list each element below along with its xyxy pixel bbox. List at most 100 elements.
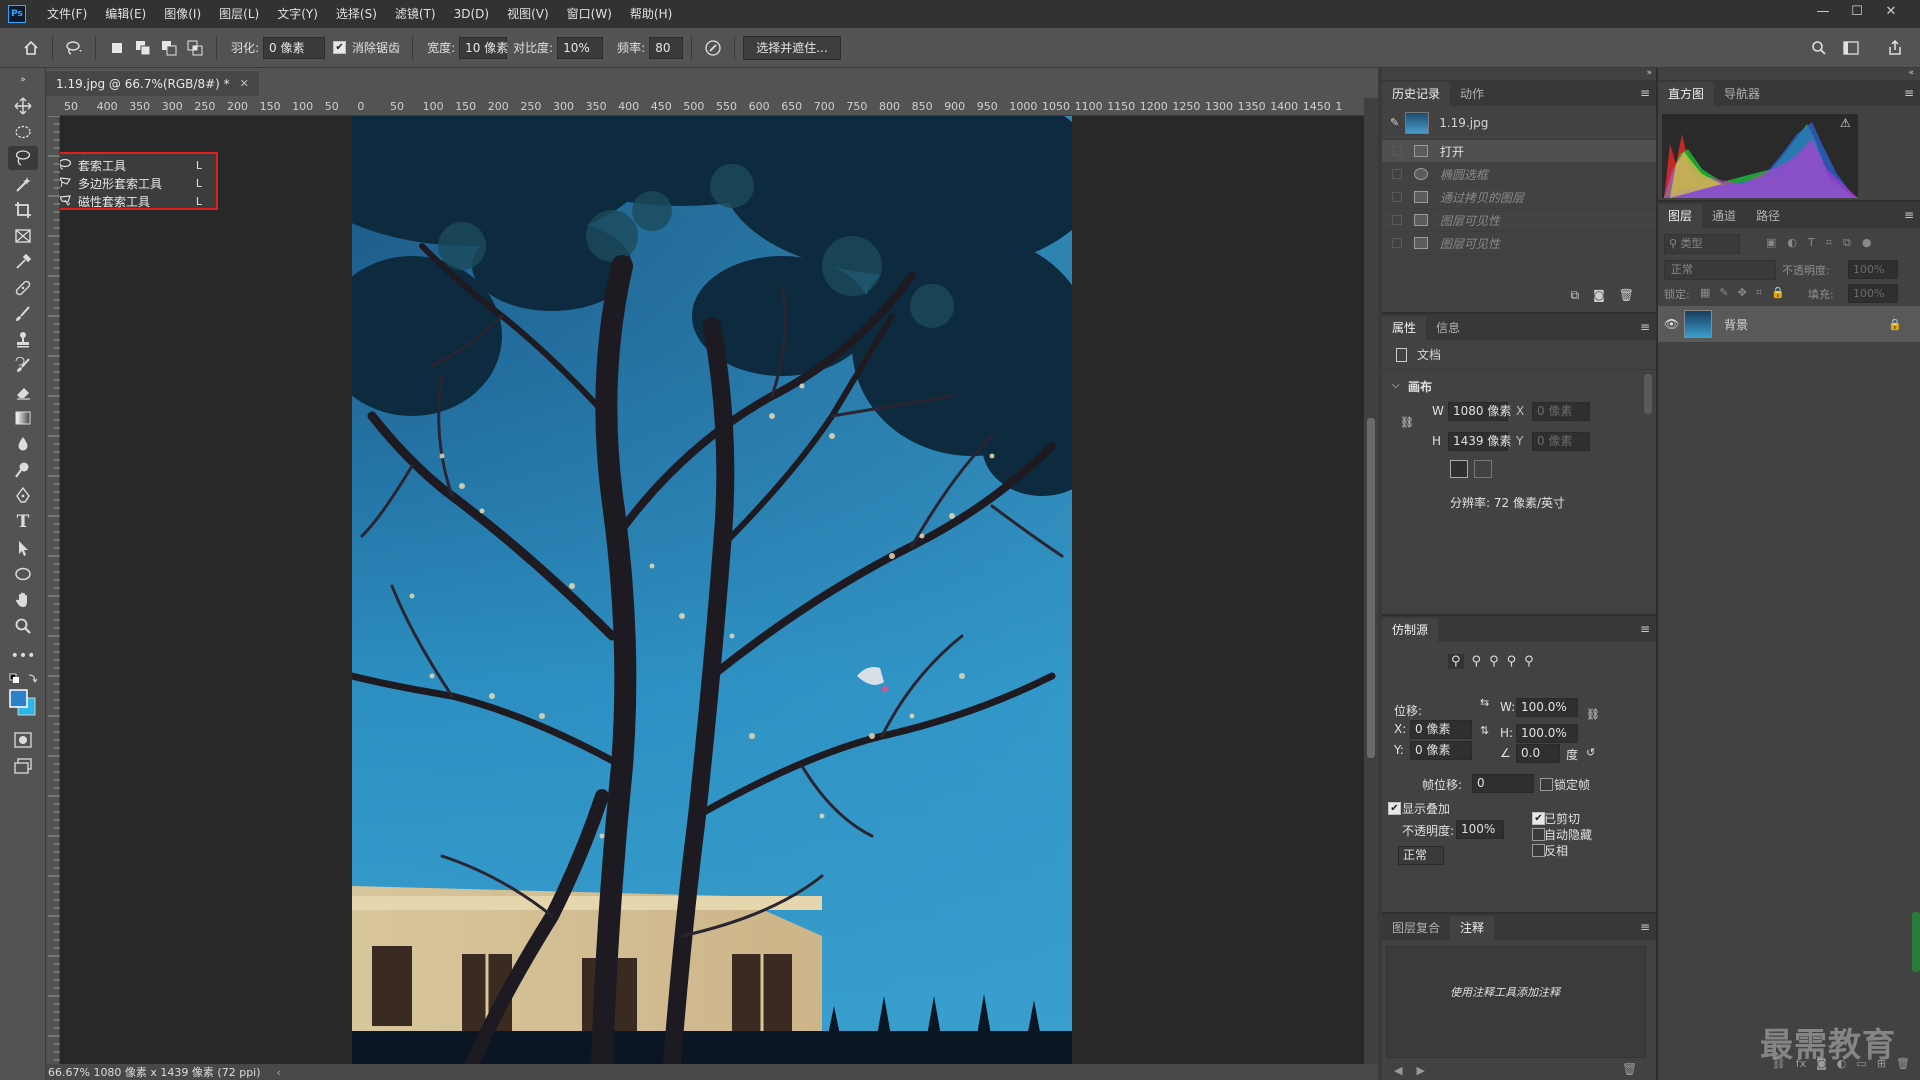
clone-source-5-icon[interactable]: ⚲ — [1524, 654, 1534, 669]
lock-frame-checkbox[interactable] — [1540, 778, 1553, 791]
document-tab[interactable]: 1.19.jpg @ 66.7%(RGB/8#) * ✕ — [46, 70, 259, 96]
toolbar-collapse-icon[interactable]: » — [8, 74, 38, 86]
tab-clone-source[interactable]: 仿制源 — [1382, 618, 1439, 642]
tab-info[interactable]: 信息 — [1426, 316, 1470, 340]
menu-3d[interactable]: 3D(D) — [445, 0, 498, 28]
tab-history[interactable]: 历史记录 — [1382, 82, 1451, 106]
antialias-checkbox[interactable]: ✔ — [333, 41, 347, 54]
clone-source-4-icon[interactable]: ⚲ — [1507, 654, 1517, 669]
menu-help[interactable]: 帮助(H) — [621, 0, 681, 28]
pen-pressure-icon[interactable] — [700, 35, 726, 61]
history-item[interactable]: 打开 — [1382, 140, 1656, 163]
show-overlay-checkbox[interactable]: ✔ — [1388, 802, 1401, 815]
filter-pixel-icon[interactable]: ▣ — [1766, 236, 1776, 250]
frequency-input[interactable]: 80 — [649, 36, 684, 59]
canvas-height-input[interactable]: 1439 像素 — [1448, 432, 1511, 451]
panel-menu-icon[interactable]: ≡ — [1904, 86, 1914, 100]
canvas-width-input[interactable]: 1080 像素 — [1448, 402, 1511, 421]
landscape-orientation-icon[interactable] — [1474, 460, 1492, 478]
status-arrow-icon[interactable]: ‹ — [277, 1066, 281, 1079]
flyout-item-lasso[interactable]: ■ 套索工具 L — [60, 156, 216, 174]
panel-menu-icon[interactable]: ≡ — [1640, 320, 1650, 334]
link-icon[interactable]: ⛓ — [1400, 416, 1414, 429]
flip-vertical-icon[interactable]: ⇅ — [1480, 724, 1489, 737]
menu-view[interactable]: 视图(V) — [498, 0, 558, 28]
marquee-tool-icon[interactable] — [8, 120, 38, 144]
menu-filter[interactable]: 滤镜(T) — [386, 0, 445, 28]
quick-mask-icon[interactable] — [8, 728, 38, 752]
history-source-box[interactable] — [1392, 169, 1402, 179]
canvas-area[interactable]: ■ 套索工具 L 多边形套索工具 L 磁性套索工具 L — [60, 116, 1364, 1064]
panel-menu-icon[interactable]: ≡ — [1640, 86, 1650, 100]
contrast-input[interactable]: 10% — [557, 36, 604, 59]
search-icon[interactable] — [1806, 35, 1832, 61]
clone-y-input[interactable]: 0 像素 — [1410, 741, 1472, 760]
lock-artboard-icon[interactable]: ⌗ — [1756, 286, 1762, 300]
blur-tool-icon[interactable] — [8, 432, 38, 456]
brush-tool-icon[interactable] — [8, 302, 38, 326]
tab-notes[interactable]: 注释 — [1450, 916, 1495, 940]
lock-transparent-icon[interactable]: ▦ — [1700, 286, 1710, 300]
clone-angle-input[interactable]: 0.0 — [1516, 744, 1560, 763]
canvas-vertical-scrollbar[interactable] — [1364, 98, 1378, 1064]
lasso-preset-icon[interactable] — [61, 35, 87, 61]
new-selection-icon[interactable] — [104, 35, 130, 61]
history-source-box[interactable] — [1392, 146, 1402, 156]
overlay-blend-select[interactable]: 正常 — [1398, 846, 1444, 865]
panel-menu-icon[interactable]: ≡ — [1904, 208, 1914, 222]
properties-scrollbar[interactable] — [1644, 374, 1652, 414]
type-tool-icon[interactable]: T — [8, 510, 38, 534]
filter-toggle-icon[interactable]: ● — [1862, 236, 1872, 250]
snapshot-camera-icon[interactable]: ◙ — [1593, 288, 1605, 303]
lock-position-icon[interactable]: ✥ — [1738, 286, 1747, 300]
intersect-selection-icon[interactable] — [182, 35, 208, 61]
next-note-icon[interactable]: ▶ — [1416, 1064, 1424, 1077]
add-selection-icon[interactable] — [130, 35, 156, 61]
new-document-from-state-icon[interactable]: ⧉ — [1571, 288, 1580, 303]
tab-layer-comps[interactable]: 图层复合 — [1382, 916, 1450, 940]
menu-type[interactable]: 文字(Y) — [268, 0, 327, 28]
menu-edit[interactable]: 编辑(E) — [96, 0, 155, 28]
panel-menu-icon[interactable]: ≡ — [1640, 920, 1650, 934]
panel-menu-icon[interactable]: ≡ — [1640, 622, 1650, 636]
select-and-mask-button[interactable]: 选择并遮住... — [743, 35, 841, 60]
visibility-eye-icon[interactable]: 👁 — [1664, 317, 1684, 331]
clone-source-3-icon[interactable]: ⚲ — [1489, 654, 1499, 669]
menu-window[interactable]: 窗口(W) — [558, 0, 621, 28]
color-swatches-icon[interactable] — [8, 688, 38, 718]
clone-source-2-icon[interactable]: ⚲ — [1472, 654, 1482, 669]
fill-input[interactable]: 100% — [1848, 284, 1898, 303]
default-colors-icon[interactable] — [8, 672, 38, 686]
minimize-icon[interactable]: — — [1806, 0, 1840, 22]
clone-stamp-tool-icon[interactable] — [8, 328, 38, 352]
trash-icon[interactable]: 🗑 — [1619, 288, 1634, 303]
feather-input[interactable]: 0 像素 — [263, 36, 326, 59]
history-source-box[interactable] — [1392, 238, 1402, 248]
filter-type-icon[interactable]: T — [1808, 236, 1815, 250]
move-tool-icon[interactable] — [8, 94, 38, 118]
layer-row-background[interactable]: 👁 背景 🔒 — [1658, 306, 1920, 342]
menu-select[interactable]: 选择(S) — [327, 0, 386, 28]
share-icon[interactable] — [1882, 35, 1908, 61]
tab-properties[interactable]: 属性 — [1382, 316, 1427, 340]
expand-panels-icon[interactable]: » — [1646, 68, 1652, 78]
history-source-box[interactable] — [1392, 192, 1402, 202]
history-item[interactable]: 椭圆选框 — [1382, 163, 1656, 186]
menu-image[interactable]: 图像(I) — [155, 0, 210, 28]
filter-smart-object-icon[interactable]: ⧉ — [1843, 236, 1851, 250]
menu-file[interactable]: 文件(F) — [38, 0, 96, 28]
layer-filter-select[interactable]: ⚲ 类型 — [1664, 234, 1740, 254]
screen-mode-icon[interactable] — [8, 754, 38, 778]
tab-navigator[interactable]: 导航器 — [1714, 82, 1770, 106]
blend-mode-select[interactable]: 正常 — [1664, 260, 1776, 280]
tab-channels[interactable]: 通道 — [1702, 204, 1746, 228]
menu-layer[interactable]: 图层(L) — [210, 0, 268, 28]
history-item[interactable]: 图层可见性 — [1382, 232, 1656, 255]
tab-paths[interactable]: 路径 — [1746, 204, 1790, 228]
history-item[interactable]: 图层可见性 — [1382, 209, 1656, 232]
gradient-tool-icon[interactable] — [8, 406, 38, 430]
reset-transform-icon[interactable]: ↺ — [1586, 746, 1595, 759]
magic-wand-tool-icon[interactable] — [8, 172, 38, 196]
history-brush-tool-icon[interactable] — [8, 354, 38, 378]
flyout-item-polygonal-lasso[interactable]: 多边形套索工具 L — [60, 174, 216, 192]
